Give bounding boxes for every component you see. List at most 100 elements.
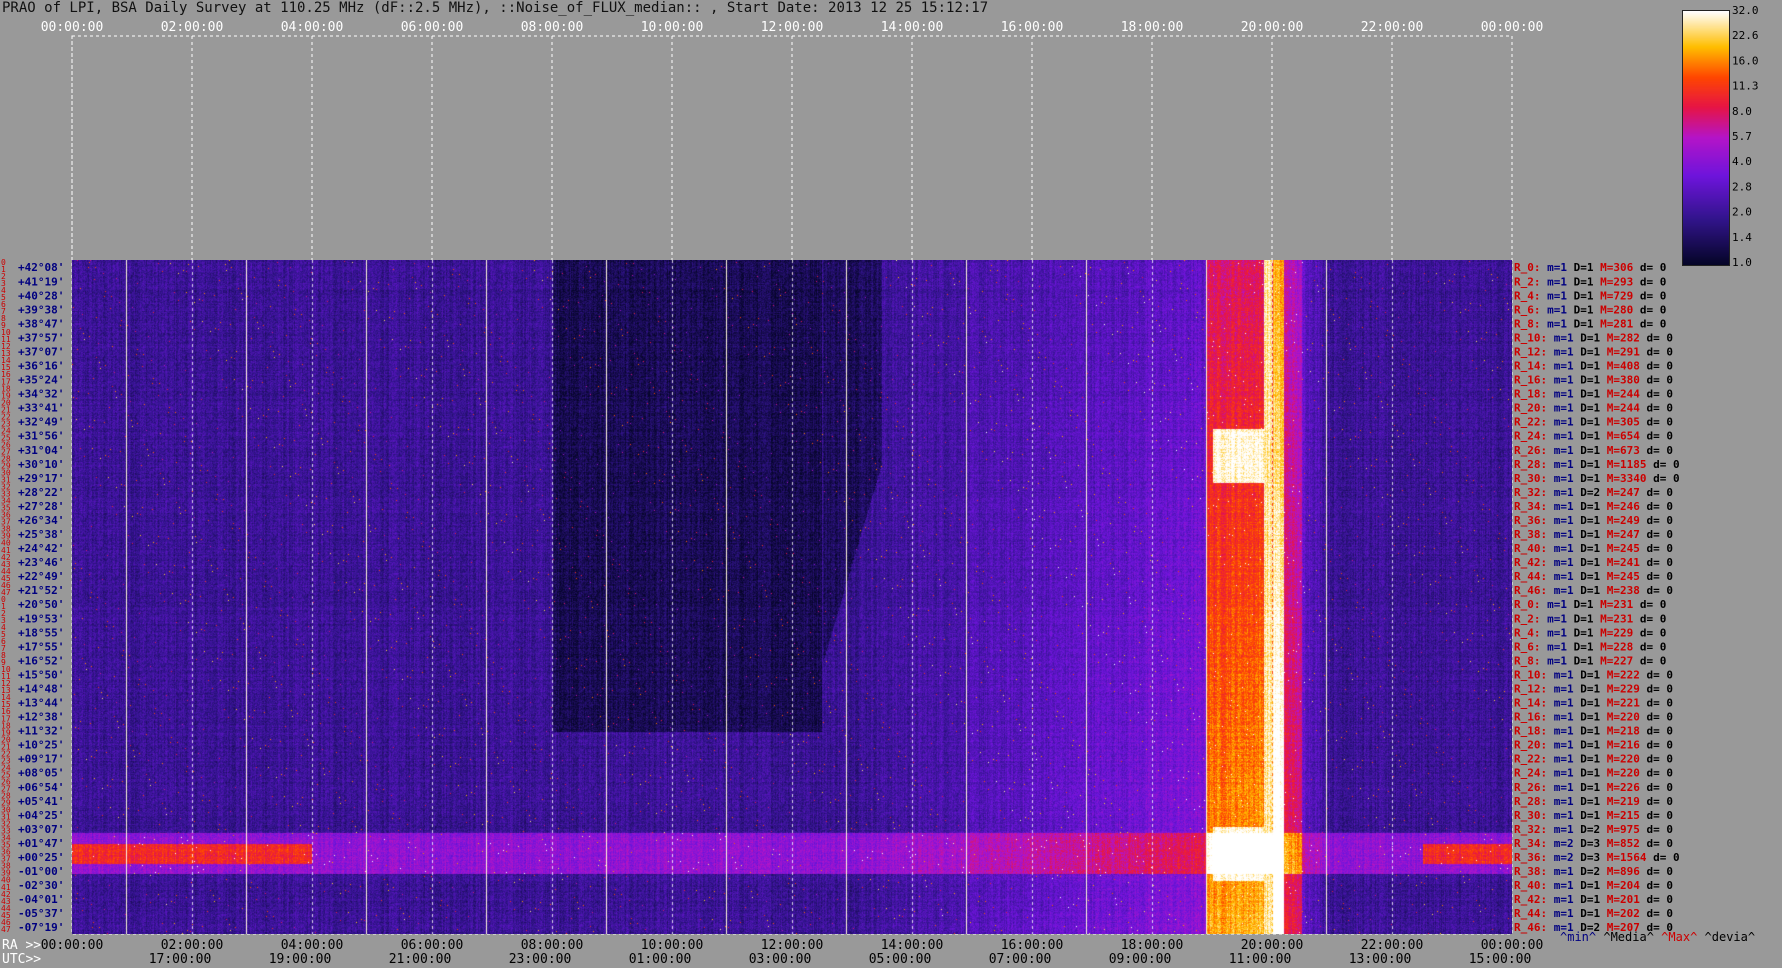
- colorbar-tick-label: 2.0: [1732, 206, 1752, 219]
- beam-stat-field: m=1: [1547, 907, 1574, 920]
- beam-stat-field: M=245: [1600, 542, 1640, 555]
- beam-stat-field: m=1: [1547, 682, 1574, 695]
- beam-stat-field: m=1: [1541, 303, 1568, 316]
- beam-stat-field: m=1: [1547, 697, 1574, 710]
- dec-label: +42°08': [18, 261, 64, 274]
- beam-stat-field: R_26:: [1514, 444, 1547, 457]
- beam-stat-field: D=1: [1574, 528, 1601, 541]
- x-top-tick-label: 22:00:00: [1361, 20, 1424, 35]
- beam-stat-field: M=231: [1594, 612, 1634, 625]
- beam-stat-field: d= 0: [1640, 528, 1673, 541]
- flux-heatmap: [72, 260, 1512, 934]
- beam-stat-field: D=1: [1574, 767, 1601, 780]
- x-ra-tick-label: 08:00:00: [521, 938, 584, 953]
- beam-stat-field: d= 0: [1640, 668, 1673, 681]
- beam-stat-field: d= 0: [1633, 626, 1666, 639]
- x-top-tick-label: 00:00:00: [1481, 20, 1544, 35]
- beam-stat-field: d= 0: [1646, 472, 1679, 485]
- dec-label: +28°22': [18, 486, 64, 499]
- dec-label: -01°00': [18, 865, 64, 878]
- beam-stat-field: R_40:: [1514, 542, 1547, 555]
- beam-stat-row: R_16: m=1 D=1 M=220 d= 0: [1514, 711, 1673, 724]
- x-utc-tick-label: 09:00:00: [1109, 952, 1172, 967]
- beam-stat-field: m=1: [1541, 626, 1568, 639]
- beam-stat-field: M=654: [1600, 430, 1640, 443]
- colorbar-tick-label: 1.4: [1732, 231, 1752, 244]
- beam-stat-field: D=1: [1574, 711, 1601, 724]
- beam-stat-field: d= 0: [1640, 682, 1673, 695]
- beam-stat-field: m=1: [1547, 472, 1574, 485]
- beam-stat-row: R_20: m=1 D=1 M=244 d= 0: [1514, 402, 1673, 415]
- beam-stat-field: R_10:: [1514, 668, 1547, 681]
- dec-label: +22°49': [18, 570, 64, 583]
- beam-stat-field: M=220: [1600, 767, 1640, 780]
- beam-stat-row: R_10: m=1 D=1 M=282 d= 0: [1514, 331, 1673, 344]
- beam-stat-field: R_32:: [1514, 486, 1547, 499]
- beam-stat-field: m=1: [1541, 289, 1568, 302]
- dec-label: -07°19': [18, 921, 64, 934]
- beam-stat-field: d= 0: [1640, 542, 1673, 555]
- beam-stat-field: R_24:: [1514, 767, 1547, 780]
- beam-stat-field: D=1: [1574, 584, 1601, 597]
- beam-stat-field: D=1: [1567, 626, 1594, 639]
- beam-stat-row: R_38: m=1 D=1 M=247 d= 0: [1514, 528, 1673, 541]
- beam-stat-field: R_14:: [1514, 697, 1547, 710]
- x-utc-tick-label: 17:00:00: [149, 952, 212, 967]
- beam-stat-field: R_18:: [1514, 725, 1547, 738]
- dec-label: +05°41': [18, 795, 64, 808]
- beam-stat-field: d= 0: [1633, 289, 1666, 302]
- beam-stat-field: D=1: [1567, 654, 1594, 667]
- beam-stat-field: d= 0: [1633, 640, 1666, 653]
- beam-stat-row: R_28: m=1 D=1 M=1185 d= 0: [1514, 458, 1680, 471]
- beam-stat-field: D=3: [1574, 851, 1601, 864]
- beam-stat-field: R_30:: [1514, 809, 1547, 822]
- beam-stat-field: m=1: [1547, 331, 1574, 344]
- beam-stat-field: D=2: [1574, 486, 1601, 499]
- colorbar: [1682, 10, 1730, 266]
- beam-stat-field: D=1: [1574, 682, 1601, 695]
- beam-stat-field: d= 0: [1640, 907, 1673, 920]
- beam-stat-field: m=1: [1541, 598, 1568, 611]
- x-top-tick-label: 20:00:00: [1241, 20, 1304, 35]
- x-utc-tick-label: 15:00:00: [1469, 952, 1532, 967]
- beam-stat-field: R_22:: [1514, 416, 1547, 429]
- beam-stat-field: R_6:: [1514, 640, 1541, 653]
- beam-stat-row: R_32: m=1 D=2 M=975 d= 0: [1514, 823, 1673, 836]
- beam-stat-field: R_28:: [1514, 458, 1547, 471]
- beam-stat-field: d= 0: [1633, 261, 1666, 274]
- beam-stat-field: M=408: [1600, 360, 1640, 373]
- beam-stat-field: D=1: [1567, 317, 1594, 330]
- beam-stat-field: d= 0: [1640, 725, 1673, 738]
- beam-stat-field: d= 0: [1640, 402, 1673, 415]
- beam-stat-field: D=2: [1574, 823, 1601, 836]
- beam-stat-field: d= 0: [1640, 360, 1673, 373]
- beam-stat-field: D=1: [1574, 725, 1601, 738]
- dec-label: +17°55': [18, 640, 64, 653]
- beam-stat-field: M=244: [1600, 402, 1640, 415]
- beam-stat-field: d= 0: [1633, 275, 1666, 288]
- beam-stat-field: R_24:: [1514, 430, 1547, 443]
- colorbar-tick-label: 11.3: [1732, 80, 1759, 93]
- legend-max: ^Max^: [1661, 930, 1698, 944]
- beam-stat-field: m=1: [1547, 345, 1574, 358]
- beam-stat-field: R_20:: [1514, 739, 1547, 752]
- beam-stat-field: m=1: [1547, 767, 1574, 780]
- beam-stat-field: R_14:: [1514, 360, 1547, 373]
- beam-stat-field: D=1: [1574, 472, 1601, 485]
- beam-stat-field: R_38:: [1514, 865, 1547, 878]
- beam-stat-field: m=1: [1547, 795, 1574, 808]
- beam-stat-row: R_4: m=1 D=1 M=229 d= 0: [1514, 626, 1666, 639]
- dec-label: +26°34': [18, 514, 64, 527]
- beam-stat-field: d= 0: [1640, 331, 1673, 344]
- beam-stat-field: d= 0: [1646, 851, 1679, 864]
- beam-stat-field: M=218: [1600, 725, 1640, 738]
- x-top-tick-label: 08:00:00: [521, 20, 584, 35]
- beam-stat-field: M=222: [1600, 668, 1640, 681]
- x-ra-tick-label: 16:00:00: [1001, 938, 1064, 953]
- dec-label: +01°47': [18, 837, 64, 850]
- dec-label: +25°38': [18, 528, 64, 541]
- beam-stat-field: M=249: [1600, 514, 1640, 527]
- beam-stat-field: M=247: [1600, 486, 1640, 499]
- beam-stat-field: d= 0: [1633, 612, 1666, 625]
- beam-stat-field: D=1: [1574, 795, 1601, 808]
